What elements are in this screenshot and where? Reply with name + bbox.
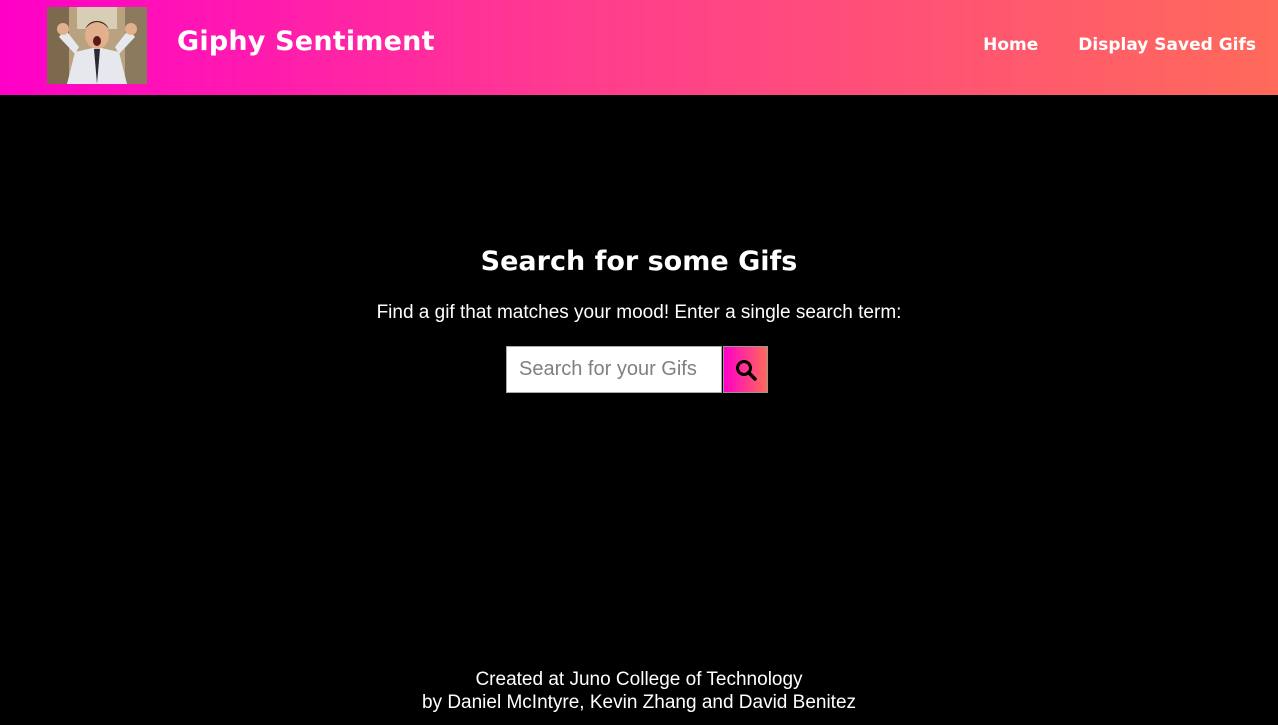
search-icon — [735, 359, 757, 381]
site-footer: Created at Juno College of Technology by… — [0, 668, 1278, 714]
main-nav: Home Display Saved Gifs — [983, 32, 1256, 58]
site-header: Giphy Sentiment Home Display Saved Gifs — [0, 0, 1278, 95]
footer-authors-line: by Daniel McIntyre, Kevin Zhang and Davi… — [421, 692, 857, 713]
nav-display-saved-gifs-link[interactable]: Display Saved Gifs — [1078, 32, 1256, 58]
footer-credit-line: Created at Juno College of Technology — [475, 669, 803, 690]
excited-man-gif-thumbnail — [47, 7, 147, 84]
site-title: Giphy Sentiment — [177, 26, 435, 57]
search-form — [506, 346, 768, 393]
logo-image[interactable] — [47, 7, 147, 84]
search-button[interactable] — [723, 346, 768, 393]
page-heading: Search for some Gifs — [480, 246, 798, 277]
nav-home-link[interactable]: Home — [983, 32, 1038, 58]
search-input[interactable] — [506, 346, 722, 393]
search-instructions: Find a gif that matches your mood! Enter… — [376, 302, 902, 323]
